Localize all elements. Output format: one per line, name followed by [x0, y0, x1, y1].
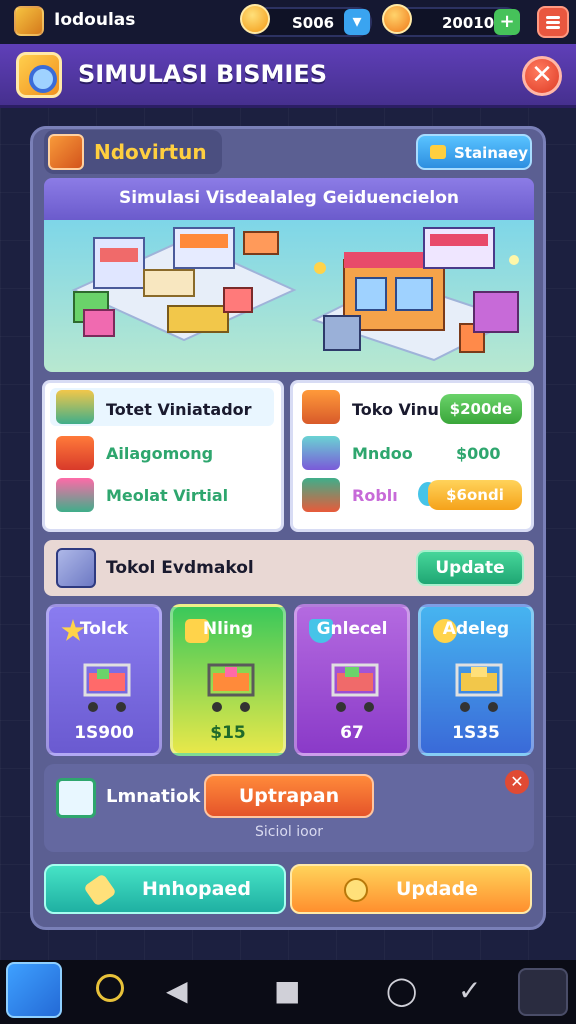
resource-1-dropdown-button[interactable]: ▾: [344, 9, 370, 35]
bottom-right-button[interactable]: Updade: [290, 864, 532, 914]
store-scene-art: [71, 227, 519, 362]
cart-icon: [207, 663, 255, 712]
loading-ring-icon[interactable]: [96, 974, 124, 1002]
gem-icon: [382, 4, 412, 34]
bottom-right-button-label: Updade: [396, 878, 478, 900]
menu-icon: [546, 16, 560, 19]
store-scene-illustration: [44, 220, 534, 372]
cart-icon: [331, 663, 379, 712]
gift-icon: [302, 390, 340, 424]
bottom-left-button[interactable]: Hnhopaed: [44, 864, 286, 914]
product-tile-4-label: Adeleg: [442, 619, 510, 639]
stat-button-label: Stainaey: [454, 144, 528, 162]
info-right-row-3-button[interactable]: $6ondi: [428, 480, 522, 510]
expand-icon[interactable]: [518, 968, 568, 1016]
lower-panel-label: Lmnatiok: [106, 786, 201, 807]
home-app-icon[interactable]: [6, 962, 62, 1018]
product-tile-1-value: 1S900: [74, 723, 134, 743]
stat-button[interactable]: Stainaey: [416, 134, 532, 170]
pencil-icon: [83, 873, 117, 907]
resource-2-value: 20010: [442, 14, 495, 32]
update-row-label: Tokol Evdmakol: [106, 558, 254, 578]
product-tile-1[interactable]: Tolck 1S900: [46, 604, 162, 756]
product-tile-3-value: 67: [340, 723, 364, 743]
product-tile-2[interactable]: Nling $15: [170, 604, 286, 756]
back-icon[interactable]: ◀: [166, 974, 188, 1007]
scene-title: Simulasi Visdealaleg Geiduencielon: [118, 188, 460, 208]
coin-icon: [344, 878, 368, 902]
target-icon: [16, 52, 62, 98]
book-stack-icon: [56, 390, 94, 424]
page-title: SIMULASI BISMIES: [78, 60, 328, 88]
coin-icon: [240, 4, 270, 34]
resource-1-value: S006: [292, 14, 335, 32]
app-name: Iodoulas: [54, 10, 136, 30]
info-left-row-2: Ailagomong: [106, 444, 214, 463]
recents-icon[interactable]: ■: [274, 974, 300, 1007]
lower-action-button[interactable]: Uptrapan: [204, 774, 374, 818]
cart-icon: [83, 663, 131, 712]
building-icon: [56, 548, 96, 588]
info-left-row-3: Meolat Virtial: [106, 486, 229, 505]
backpack-icon: [48, 134, 84, 170]
resource-2-add-button[interactable]: +: [494, 9, 520, 35]
chart-icon: [430, 145, 446, 159]
product-tile-1-label: Tolck: [79, 619, 129, 639]
lower-panel-note: Siciol ioor: [254, 824, 324, 840]
product-tile-4-value: 1S35: [452, 723, 500, 743]
product-tile-4[interactable]: Adeleg 1S35: [418, 604, 534, 756]
cart-icon: [455, 663, 503, 712]
box-icon: [302, 436, 340, 470]
shop-stall-icon: [56, 478, 94, 512]
panel-header-label: Ndovirtun: [94, 140, 207, 164]
lower-close-button[interactable]: ✕: [505, 770, 529, 794]
product-tile-2-value: $15: [210, 723, 246, 743]
info-right-row-1-button[interactable]: $200de: [440, 394, 522, 424]
info-right-row-3: Roblı: [352, 486, 398, 505]
info-left-row-1: Totet Viniatador: [106, 400, 252, 419]
info-right-row-2-value: $000: [456, 444, 501, 463]
app-icon[interactable]: [14, 6, 44, 36]
checklist-icon: [56, 778, 96, 818]
product-tile-2-label: Nling: [202, 619, 254, 639]
home-circle-icon[interactable]: ◯: [386, 974, 417, 1007]
bottom-left-button-label: Hnhopaed: [142, 878, 251, 900]
update-button[interactable]: Update: [416, 550, 524, 586]
product-tile-3[interactable]: Gnlecel 67: [294, 604, 410, 756]
close-button[interactable]: ✕: [522, 56, 562, 96]
menu-button[interactable]: [537, 6, 569, 38]
shopping-bag-icon: [302, 478, 340, 512]
info-right-row-1: Toko Vinur: [352, 400, 447, 419]
check-icon[interactable]: ✓: [458, 974, 481, 1007]
product-tile-3-label: Gnlecel: [316, 619, 388, 639]
store-icon: [56, 436, 94, 470]
info-right-row-2: Mndoo: [352, 444, 413, 463]
